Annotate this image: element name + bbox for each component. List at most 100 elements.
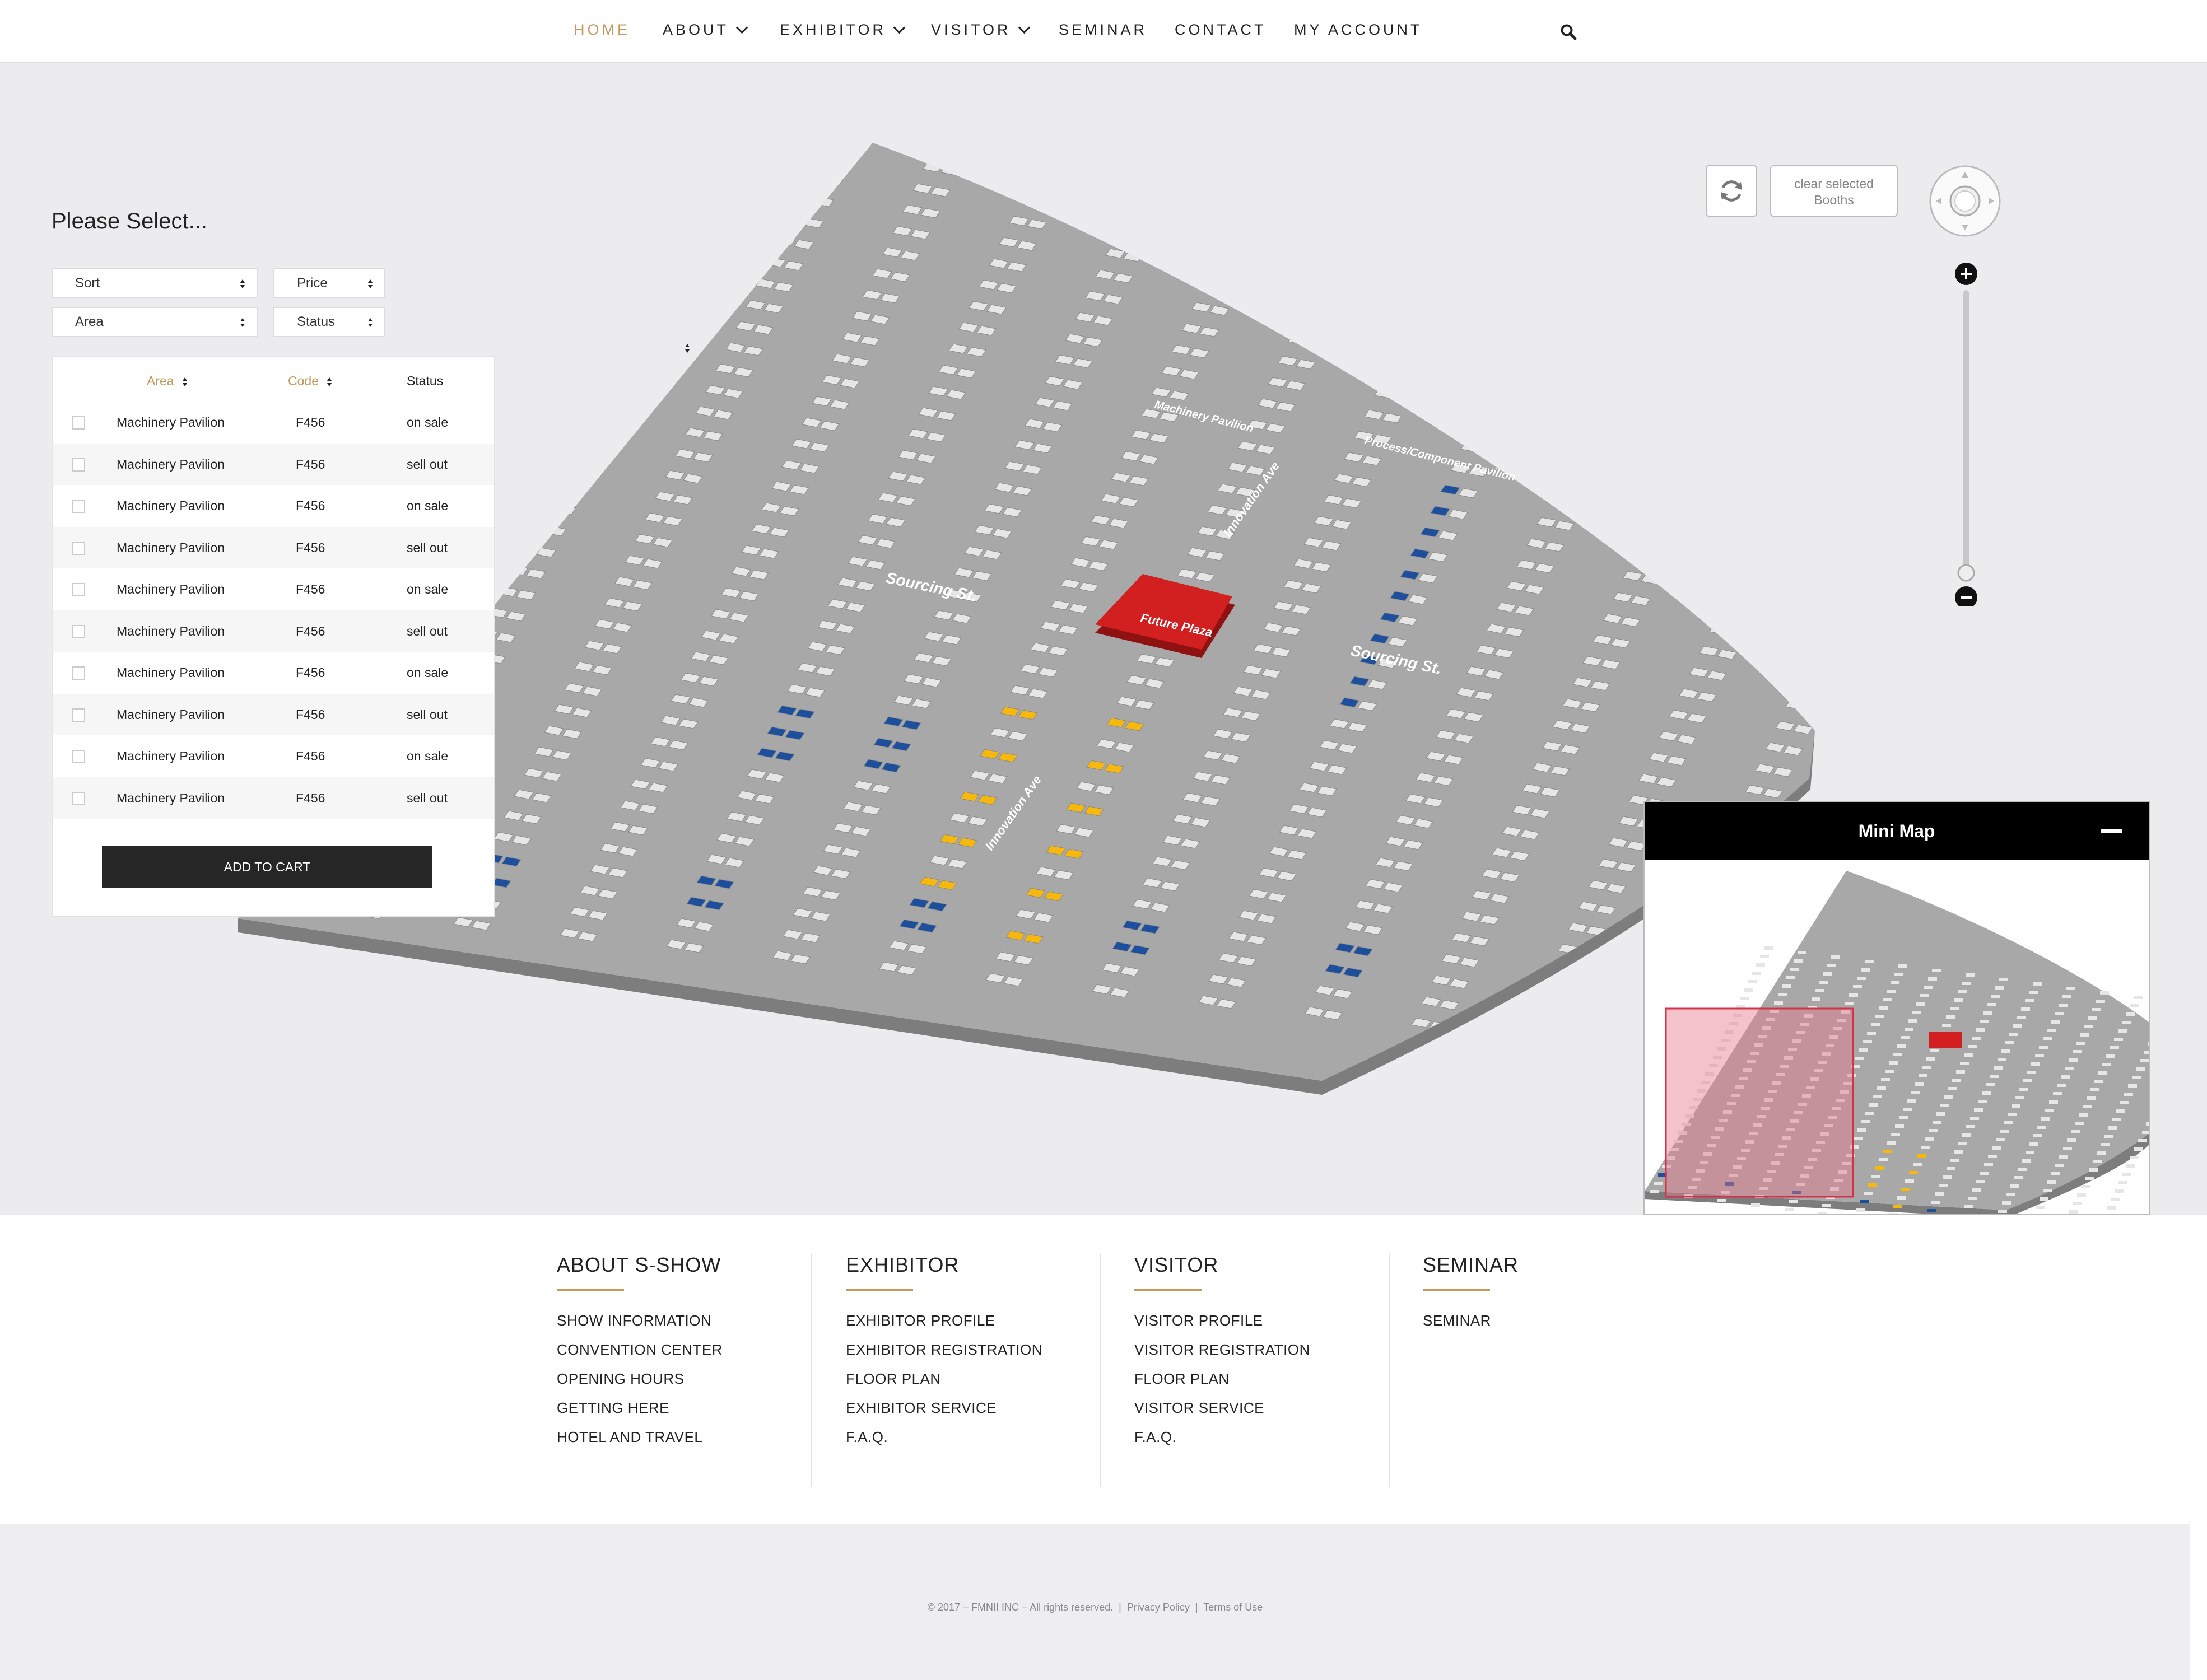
- booth[interactable]: [1153, 188, 1174, 198]
- booth[interactable]: [1798, 479, 1817, 489]
- table-row[interactable]: Machinery Pavilion F456 sell out: [53, 443, 494, 485]
- row-checkbox[interactable]: [72, 666, 85, 680]
- booth[interactable]: [1747, 585, 1767, 596]
- booth[interactable]: [647, 313, 667, 324]
- booth[interactable]: [1250, 220, 1270, 231]
- booth[interactable]: [1864, 576, 1883, 585]
- booth[interactable]: [1803, 703, 1823, 713]
- row-checkbox[interactable]: [72, 458, 85, 472]
- booth[interactable]: [1567, 453, 1587, 464]
- booth[interactable]: [1146, 163, 1166, 174]
- booth[interactable]: [543, 256, 563, 267]
- booth[interactable]: [1909, 245, 1928, 255]
- booth[interactable]: [1719, 603, 1739, 614]
- booth[interactable]: [573, 192, 593, 203]
- row-checkbox[interactable]: [72, 416, 85, 430]
- booth[interactable]: [1905, 491, 1924, 500]
- booth[interactable]: [1724, 358, 1744, 368]
- booth[interactable]: [1671, 510, 1691, 521]
- booth[interactable]: [541, 302, 561, 312]
- booth[interactable]: [1615, 393, 1635, 403]
- booth[interactable]: [1143, 209, 1163, 220]
- booth[interactable]: [738, 122, 757, 132]
- booth[interactable]: [502, 341, 523, 352]
- booth[interactable]: [492, 362, 513, 373]
- booth[interactable]: [586, 441, 607, 451]
- booth[interactable]: [1412, 349, 1432, 360]
- footer-link[interactable]: F.A.Q.: [1134, 1429, 1310, 1446]
- booth[interactable]: [1647, 283, 1668, 293]
- booth[interactable]: [1511, 335, 1531, 346]
- booth[interactable]: [951, 144, 971, 155]
- booth[interactable]: [1744, 315, 1764, 326]
- booth[interactable]: [593, 150, 613, 160]
- booth[interactable]: [1557, 474, 1577, 485]
- booth[interactable]: [1163, 166, 1184, 177]
- booth[interactable]: [1605, 414, 1625, 424]
- booth[interactable]: [1595, 435, 1615, 446]
- booth[interactable]: [786, 214, 806, 225]
- booth[interactable]: [1424, 282, 1445, 292]
- booth[interactable]: [1841, 348, 1860, 358]
- booth[interactable]: [1212, 259, 1232, 270]
- booth-sold[interactable]: [1556, 990, 1576, 1000]
- booth[interactable]: [1432, 306, 1452, 317]
- booth[interactable]: [1987, 274, 2006, 284]
- booth[interactable]: [1790, 454, 1810, 465]
- booth[interactable]: [1571, 208, 1591, 218]
- booth[interactable]: [2015, 256, 2034, 266]
- booth[interactable]: [1551, 250, 1571, 261]
- booth[interactable]: [1414, 303, 1435, 314]
- booth[interactable]: [1877, 508, 1896, 518]
- booth[interactable]: [1528, 1007, 1548, 1018]
- sort-select[interactable]: Sort: [52, 268, 258, 298]
- booth[interactable]: [609, 352, 629, 363]
- nav-contact[interactable]: CONTACT: [1175, 21, 1267, 39]
- nav-seminar[interactable]: SEMINAR: [1059, 21, 1147, 39]
- booth[interactable]: [1478, 445, 1498, 456]
- booth[interactable]: [1828, 416, 1847, 425]
- booth[interactable]: [1663, 486, 1683, 496]
- booth[interactable]: [1402, 370, 1422, 381]
- booth[interactable]: [1777, 521, 1798, 532]
- booth[interactable]: [1782, 276, 1802, 287]
- booth[interactable]: [816, 151, 836, 161]
- table-row[interactable]: Machinery Pavilion F456 sell out: [53, 526, 494, 568]
- booth[interactable]: [1577, 432, 1597, 442]
- booth[interactable]: [1625, 371, 1645, 382]
- nav-exhibitor[interactable]: EXHIBITOR: [780, 21, 906, 39]
- booth[interactable]: [523, 298, 543, 309]
- booth[interactable]: [1838, 394, 1857, 404]
- booth[interactable]: [1851, 327, 1870, 337]
- booth[interactable]: [1559, 275, 1579, 286]
- booth[interactable]: [1831, 370, 1850, 379]
- booth[interactable]: [720, 119, 739, 128]
- booth[interactable]: [933, 141, 953, 151]
- table-row[interactable]: Machinery Pavilion F456 on sale: [53, 568, 494, 610]
- booth[interactable]: [657, 292, 677, 302]
- booth[interactable]: [1874, 554, 1893, 564]
- booth[interactable]: [1455, 218, 1475, 228]
- booth[interactable]: [1727, 628, 1747, 638]
- row-checkbox[interactable]: [72, 583, 85, 596]
- booth[interactable]: [1298, 313, 1318, 324]
- booth[interactable]: [1488, 424, 1508, 435]
- booth[interactable]: [1871, 284, 1890, 294]
- booth[interactable]: [1907, 445, 1926, 454]
- booth[interactable]: [1531, 293, 1551, 304]
- table-row[interactable]: Machinery Pavilion F456 sell out: [53, 610, 494, 652]
- booth[interactable]: [1844, 618, 1863, 628]
- booth[interactable]: [1624, 1040, 1644, 1051]
- booth[interactable]: [1270, 178, 1290, 188]
- terms-of-use-link[interactable]: Terms of Use: [1203, 1602, 1263, 1613]
- footer-link[interactable]: F.A.Q.: [846, 1429, 1042, 1446]
- booth[interactable]: [1230, 263, 1250, 273]
- booth[interactable]: [561, 259, 581, 270]
- booth[interactable]: [1133, 230, 1153, 241]
- booth[interactable]: [728, 143, 748, 153]
- booth[interactable]: [697, 207, 718, 217]
- booth[interactable]: [1884, 533, 1903, 543]
- booth[interactable]: [569, 437, 589, 448]
- booth[interactable]: [1435, 260, 1455, 271]
- booth[interactable]: [1535, 1032, 1556, 1043]
